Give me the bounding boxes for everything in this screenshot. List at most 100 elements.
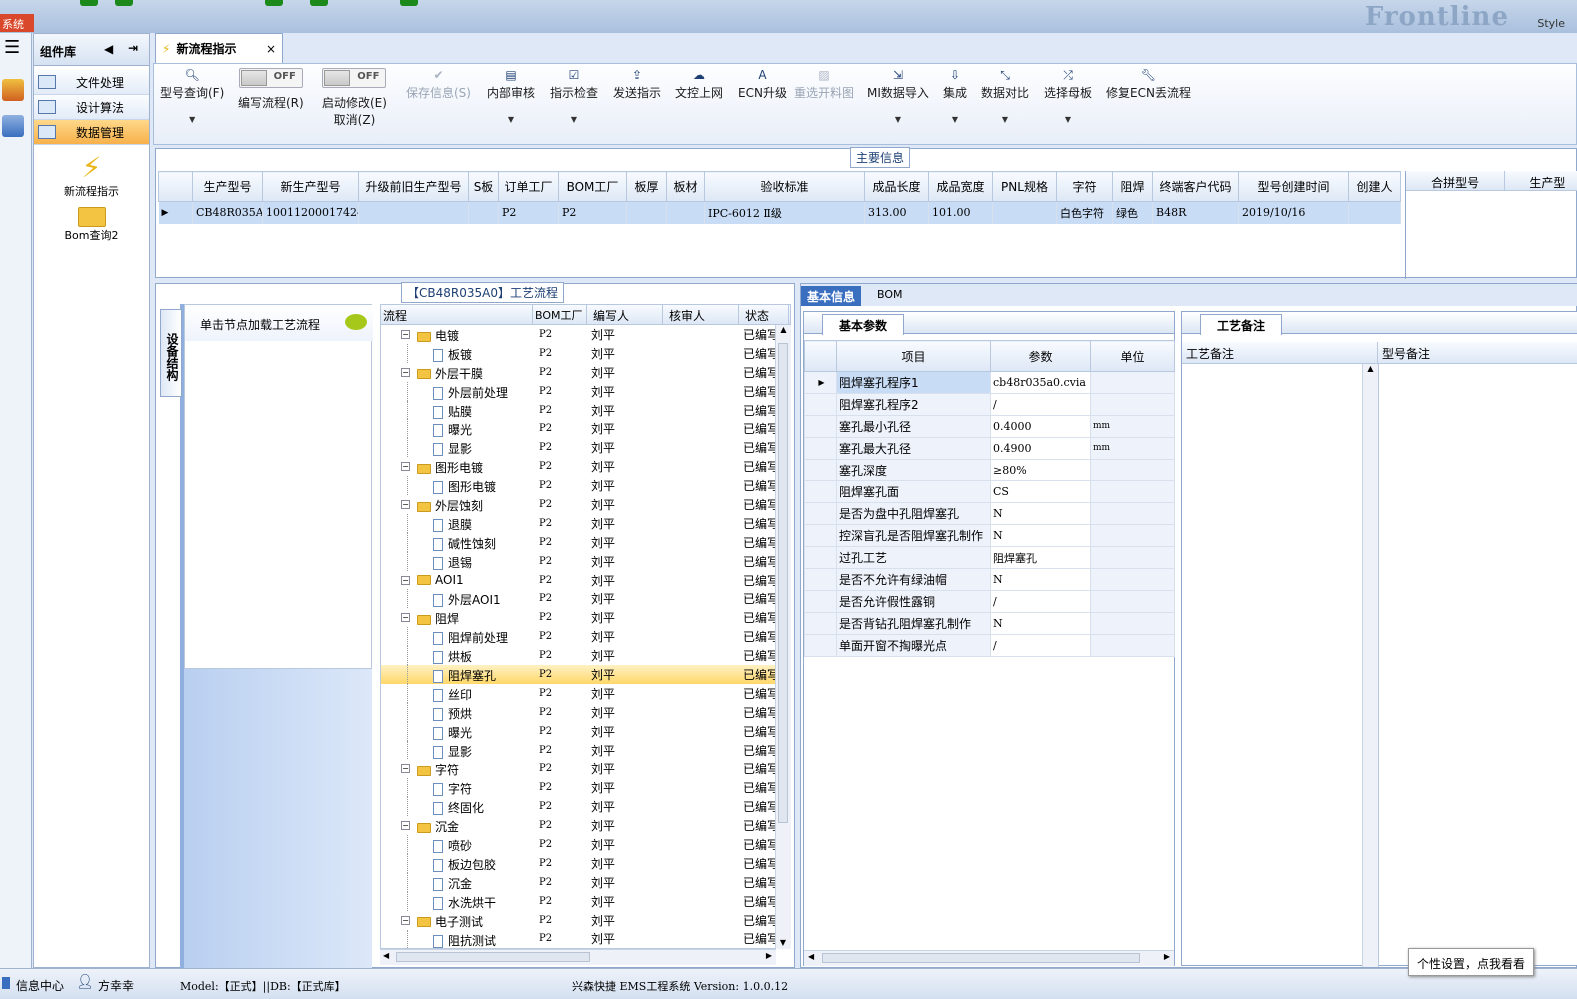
param-value[interactable]: N [990, 568, 1091, 591]
menu-icon[interactable]: ☰ [4, 39, 31, 57]
notes-vertical-scrollbar[interactable]: ▲ [1362, 364, 1378, 967]
collapse-toggle-icon[interactable]: − [401, 764, 410, 774]
col-writer[interactable]: 编写人 [587, 305, 663, 324]
param-value[interactable]: CS [990, 480, 1091, 504]
scroll-down-icon[interactable]: ▼ [776, 938, 790, 947]
param-row[interactable]: 是否不允许有绿油帽 N [804, 568, 1175, 591]
param-row[interactable]: 塞孔最大孔径 0.4900 mm [804, 436, 1175, 460]
collapse-toggle-icon[interactable]: − [401, 367, 410, 377]
tree-row[interactable]: 字符 P2 刘平 已编写 [381, 778, 790, 798]
tree-row[interactable]: 烘板 P2 刘平 已编写 [381, 646, 790, 666]
chevron-down-icon[interactable]: ▼ [160, 115, 224, 124]
corner-cell[interactable] [804, 340, 837, 372]
param-value[interactable]: 0.4900 [990, 436, 1091, 460]
col-5[interactable]: BOM工厂 [558, 171, 627, 202]
param-value[interactable]: 阻焊塞孔 [990, 546, 1091, 570]
col-0[interactable]: 生产型号 [192, 171, 263, 202]
col-9[interactable]: 成品长度 [864, 171, 929, 202]
col-reviewer[interactable]: 核审人 [663, 305, 739, 324]
toggle-switch[interactable]: OFF [238, 68, 303, 88]
param-value[interactable]: ≥80% [990, 458, 1091, 482]
tree-row[interactable]: 阻抗测试 P2 刘平 已编写 [381, 929, 790, 948]
chevron-down-icon[interactable]: ▼ [487, 115, 535, 124]
tree-row[interactable]: 退锡 P2 刘平 已编写 [381, 551, 790, 571]
col-3[interactable]: S板 [468, 171, 499, 202]
tree-row[interactable]: 预烘 P2 刘平 已编写 [381, 702, 790, 722]
row-header[interactable] [804, 414, 837, 438]
chevron-down-icon[interactable]: ▼ [867, 115, 929, 124]
cell[interactable] [666, 201, 705, 224]
collapse-toggle-icon[interactable]: − [401, 915, 410, 925]
param-row[interactable]: 控深盲孔是否阻焊塞孔制作 N [804, 524, 1175, 548]
toggle-switch[interactable]: OFF [322, 68, 387, 88]
col-item[interactable]: 项目 [836, 340, 991, 372]
cell[interactable]: B48R [1152, 201, 1239, 224]
col-model-notes[interactable]: 型号备注 [1378, 342, 1577, 363]
cell[interactable]: 绿色 [1112, 201, 1153, 224]
instruction-check-button[interactable]: ☑ 指示检查 ▼ [550, 68, 598, 124]
info-center-link[interactable]: 信息中心 [16, 977, 64, 994]
cell[interactable] [358, 201, 469, 224]
tree-row[interactable]: 沉金 P2 刘平 已编写 [381, 872, 790, 892]
row-header[interactable]: ▶ [804, 371, 837, 394]
tree-row[interactable]: 曝光 P2 刘平 已编写 [381, 721, 790, 741]
cell[interactable]: P2 [558, 201, 627, 224]
col-unit[interactable]: 单位 [1090, 340, 1175, 372]
pin-icon[interactable]: ⇥ [128, 41, 138, 55]
cell[interactable]: P2 [498, 201, 559, 224]
internal-review-button[interactable]: ▤ 内部审核 ▼ [487, 68, 535, 124]
collapse-toggle-icon[interactable]: − [401, 500, 410, 510]
ecn-upgrade-button[interactable]: A ECN升级 [738, 68, 787, 101]
save-info-button[interactable]: ✔ 保存信息(S) [406, 68, 471, 101]
row-header[interactable] [804, 568, 837, 591]
row-header[interactable] [804, 480, 837, 504]
style-label[interactable]: Style [1537, 17, 1565, 30]
tab-bom[interactable]: BOM [871, 286, 909, 306]
tree-row[interactable]: 板边包胶 P2 刘平 已编写 [381, 853, 790, 873]
component-item-algorithm[interactable]: 设计算法 [34, 95, 149, 120]
collapse-toggle-icon[interactable]: − [401, 330, 410, 339]
tree-row[interactable]: 贴膜 P2 刘平 已编写 [381, 400, 790, 420]
cell[interactable]: 101.00 [928, 201, 993, 224]
param-value[interactable]: cb48r035a0.cvia [990, 371, 1091, 394]
table-row[interactable]: ▶CB48R035A010011200017424 P2P2 IPC-6012 Ⅱ级… [158, 201, 1401, 224]
param-value[interactable]: N [990, 502, 1091, 526]
shortcut-new-process[interactable]: ⚡ 新流程指示 [34, 153, 149, 199]
collapse-toggle-icon[interactable]: − [401, 821, 410, 831]
integrate-button[interactable]: ⇩ 集成 ▼ [943, 68, 967, 124]
tab-basic-info[interactable]: 基本信息 [801, 286, 862, 306]
cell[interactable] [992, 201, 1057, 224]
col-12[interactable]: 字符 [1056, 171, 1113, 202]
row-indicator-icon[interactable]: ▶ [158, 201, 193, 224]
reselect-cutting-button[interactable]: ▨ 重选开料图 [794, 68, 854, 101]
tree-row[interactable]: 阻焊塞孔 P2 刘平 已编写 [381, 665, 790, 684]
tree-row[interactable]: − 字符 P2 刘平 已编写 [381, 759, 790, 778]
write-process-toggle[interactable]: OFF 编写流程(R) [238, 68, 304, 111]
col-1[interactable]: 新生产型号 [262, 171, 359, 202]
row-header[interactable] [804, 502, 837, 526]
doc-online-button[interactable]: ☁ 文控上网 [675, 68, 723, 101]
param-row[interactable]: 阻焊塞孔面 CS [804, 480, 1175, 504]
tree-row[interactable]: 外层AOI1 P2 刘平 已编写 [381, 589, 790, 609]
chevron-down-icon[interactable]: ▼ [981, 115, 1029, 124]
row-header[interactable] [804, 546, 837, 570]
tree-row[interactable]: 图形电镀 P2 刘平 已编写 [381, 476, 790, 496]
corner-cell[interactable] [158, 171, 193, 202]
component-item-data[interactable]: 数据管理 [34, 120, 149, 145]
col-14[interactable]: 终端客户代码 [1152, 171, 1239, 202]
scroll-right-icon[interactable]: ▶ [1164, 952, 1170, 961]
collapse-toggle-icon[interactable]: − [401, 462, 410, 472]
params-horizontal-scrollbar[interactable]: ◀ ▶ [804, 950, 1174, 966]
cell[interactable] [1348, 201, 1401, 224]
row-header[interactable] [804, 436, 837, 460]
scroll-up-icon[interactable]: ▲ [1363, 364, 1378, 373]
collapse-toggle-icon[interactable]: − [401, 613, 410, 623]
col-6[interactable]: 板厚 [626, 171, 667, 202]
tree-row[interactable]: − 沉金 P2 刘平 已编写 [381, 816, 790, 835]
param-value[interactable]: / [990, 589, 1091, 613]
col-param[interactable]: 参数 [990, 340, 1091, 372]
system-tab[interactable]: 系统 [0, 14, 34, 32]
tree-horizontal-scrollbar[interactable]: ◀ ▶ [380, 949, 776, 965]
repair-ecn-button[interactable]: 🔧︎ 修复ECN丢流程 [1106, 68, 1191, 101]
cell[interactable]: 白色字符 [1056, 201, 1113, 224]
